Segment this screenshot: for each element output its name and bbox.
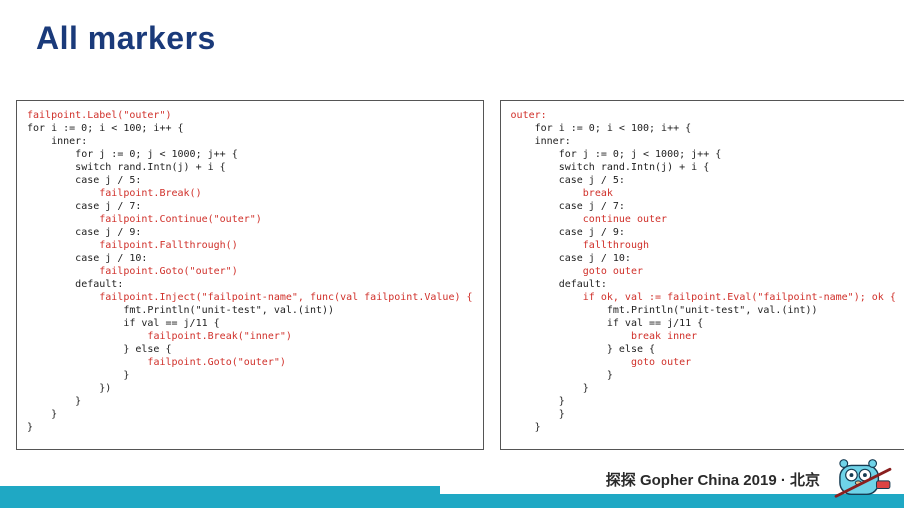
code-left: failpoint.Label("outer") for i := 0; i <… xyxy=(27,109,473,434)
code-panel-right: outer: for i := 0; i < 100; i++ { inner:… xyxy=(500,100,904,450)
code-panels: failpoint.Label("outer") for i := 0; i <… xyxy=(16,100,888,450)
slide-title: All markers xyxy=(36,20,216,57)
code-panel-left: failpoint.Label("outer") for i := 0; i <… xyxy=(16,100,484,450)
gopher-mascot-icon xyxy=(834,452,892,502)
footer-accent-bar xyxy=(0,486,440,494)
slide: All markers failpoint.Label("outer") for… xyxy=(0,0,904,508)
footer-text: 探探 Gopher China 2019 · 北京 xyxy=(606,469,820,490)
footer-bar xyxy=(0,494,904,508)
code-right: outer: for i := 0; i < 100; i++ { inner:… xyxy=(511,109,896,434)
